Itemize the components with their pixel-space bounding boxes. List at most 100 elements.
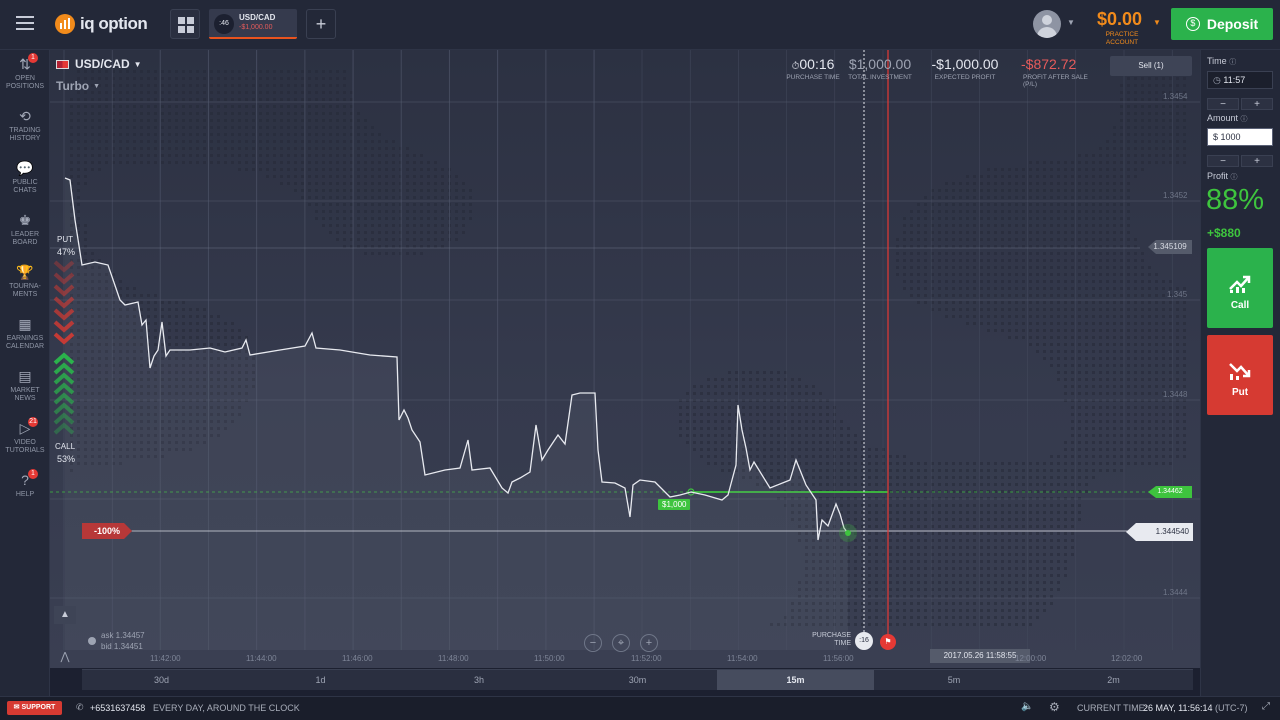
fullscreen-icon[interactable]: ⤢ — [1262, 701, 1270, 712]
chevron-down-icon[interactable]: ▼ — [1067, 18, 1075, 27]
map-dot — [413, 189, 416, 192]
add-tab-button[interactable]: + — [306, 9, 336, 39]
amount-input[interactable]: $ 1000 — [1207, 128, 1273, 146]
map-dot — [1029, 574, 1032, 577]
map-dot — [973, 476, 976, 479]
sidebar-item-earnings-calendar[interactable]: ▦ EARNINGS CALENDAR — [0, 316, 50, 351]
map-dot — [966, 532, 969, 535]
map-dot — [1099, 469, 1102, 472]
map-dot — [798, 413, 801, 416]
zoom-in-button[interactable]: + — [640, 634, 658, 652]
map-dot — [1078, 189, 1081, 192]
time-decrease-button[interactable]: − — [1207, 98, 1239, 110]
map-dot — [1043, 287, 1046, 290]
settings-icon[interactable]: ⚙ — [1049, 700, 1060, 714]
map-dot — [1008, 462, 1011, 465]
map-dot — [1085, 406, 1088, 409]
map-dot — [728, 371, 731, 374]
mode-selector[interactable]: Turbo ▼ — [56, 79, 100, 93]
map-dot — [1015, 336, 1018, 339]
map-dot — [273, 84, 276, 87]
map-dot — [1057, 168, 1060, 171]
put-button[interactable]: Put — [1207, 335, 1273, 415]
map-dot — [378, 175, 381, 178]
sidebar-item-trading-history[interactable]: ⟲ TRADING HISTORY — [0, 108, 50, 143]
map-dot — [966, 476, 969, 479]
amount-increase-button[interactable]: + — [1241, 155, 1273, 167]
volume-icon[interactable]: 🔈 — [1021, 701, 1033, 712]
asset-tab-usdcad[interactable]: :46 USD/CAD -$1,000.00 — [209, 9, 297, 39]
time-axis-label: 12:02:00 — [1111, 654, 1143, 663]
map-dot — [1183, 119, 1186, 122]
map-dot — [434, 217, 437, 220]
avatar[interactable] — [1033, 10, 1061, 38]
timeframe-2m[interactable]: 2m — [1034, 670, 1193, 690]
map-dot — [868, 602, 871, 605]
sidebar-item-leader-board[interactable]: ♚ LEADER BOARD — [0, 212, 50, 247]
sidebar-item-help[interactable]: ? 1 HELP — [0, 469, 50, 499]
map-dot — [987, 616, 990, 619]
map-dot — [1036, 259, 1039, 262]
asset-selector[interactable]: USD/CAD ▼ — [56, 57, 142, 71]
map-dot — [1050, 504, 1053, 507]
map-dot — [994, 203, 997, 206]
map-dot — [896, 497, 899, 500]
zoom-out-button[interactable]: − — [584, 634, 602, 652]
map-dot — [322, 182, 325, 185]
sell-button[interactable]: Sell (1) — [1110, 56, 1192, 76]
balance-chevron-icon[interactable]: ▼ — [1153, 18, 1161, 27]
timeframe-30m[interactable]: 30m — [558, 670, 717, 690]
map-dot — [1029, 231, 1032, 234]
brand-logo[interactable]: iq option — [55, 13, 148, 35]
sidebar-item-market-news[interactable]: ▤ MARKET NEWS — [0, 368, 50, 403]
call-button[interactable]: Call — [1207, 248, 1273, 328]
deposit-button[interactable]: $ Deposit — [1171, 8, 1273, 40]
sidebar-item-public-chats[interactable]: 💬 PUBLIC CHATS — [0, 160, 50, 195]
map-dot — [175, 70, 178, 73]
map-dot — [945, 469, 948, 472]
map-dot — [854, 546, 857, 549]
map-dot — [1008, 581, 1011, 584]
timeframe-3h[interactable]: 3h — [400, 670, 558, 690]
map-dot — [1120, 126, 1123, 129]
map-dot — [1043, 203, 1046, 206]
chart-type-icon[interactable]: ▲ — [54, 606, 76, 624]
time-field[interactable]: ◷ 11:57 — [1207, 71, 1273, 89]
chart-area[interactable]: USD/CAD ▼ Turbo ▼ PUT 47% CALL 53% ⏱00:1… — [50, 50, 1200, 668]
map-dot — [343, 161, 346, 164]
map-dot — [238, 336, 241, 339]
price-chart[interactable] — [50, 50, 1200, 668]
map-dot — [903, 497, 906, 500]
map-dot — [392, 231, 395, 234]
timeframe-5m[interactable]: 5m — [874, 670, 1034, 690]
map-dot — [987, 252, 990, 255]
sidebar-item-video-tutorials[interactable]: ▷ 21 VIDEO TUTORIALS — [0, 417, 50, 455]
amount-decrease-button[interactable]: − — [1207, 155, 1239, 167]
support-phone[interactable]: +6531637458 — [90, 703, 145, 713]
sidebar-item-open-positions[interactable]: ⇅ 1 OPEN POSITIONS — [0, 53, 50, 91]
map-dot — [1001, 553, 1004, 556]
indicators-icon[interactable]: ⋀ — [54, 648, 76, 666]
map-dot — [952, 504, 955, 507]
balance[interactable]: $0.00 — [1097, 9, 1142, 30]
timeframe-15m[interactable]: 15m — [717, 670, 874, 690]
center-chart-button[interactable]: ⌖ — [612, 634, 630, 652]
map-dot — [203, 70, 206, 73]
map-dot — [1078, 322, 1081, 325]
investment-tag[interactable]: $1,000 — [658, 499, 691, 510]
map-dot — [994, 469, 997, 472]
grid-menu-button[interactable] — [170, 9, 200, 39]
time-increase-button[interactable]: + — [1241, 98, 1273, 110]
map-dot — [1141, 77, 1144, 80]
sidebar-item-tournaments[interactable]: 🏆 TOURNA- MENTS — [0, 264, 50, 299]
map-dot — [105, 161, 108, 164]
timeframe-1d[interactable]: 1d — [241, 670, 400, 690]
map-dot — [1064, 224, 1067, 227]
map-dot — [763, 448, 766, 451]
timeframe-30d[interactable]: 30d — [82, 670, 241, 690]
map-dot — [84, 126, 87, 129]
map-dot — [364, 182, 367, 185]
support-button[interactable]: ✉ SUPPORT — [7, 701, 62, 715]
menu-icon[interactable] — [16, 16, 34, 30]
map-dot — [1036, 511, 1039, 514]
